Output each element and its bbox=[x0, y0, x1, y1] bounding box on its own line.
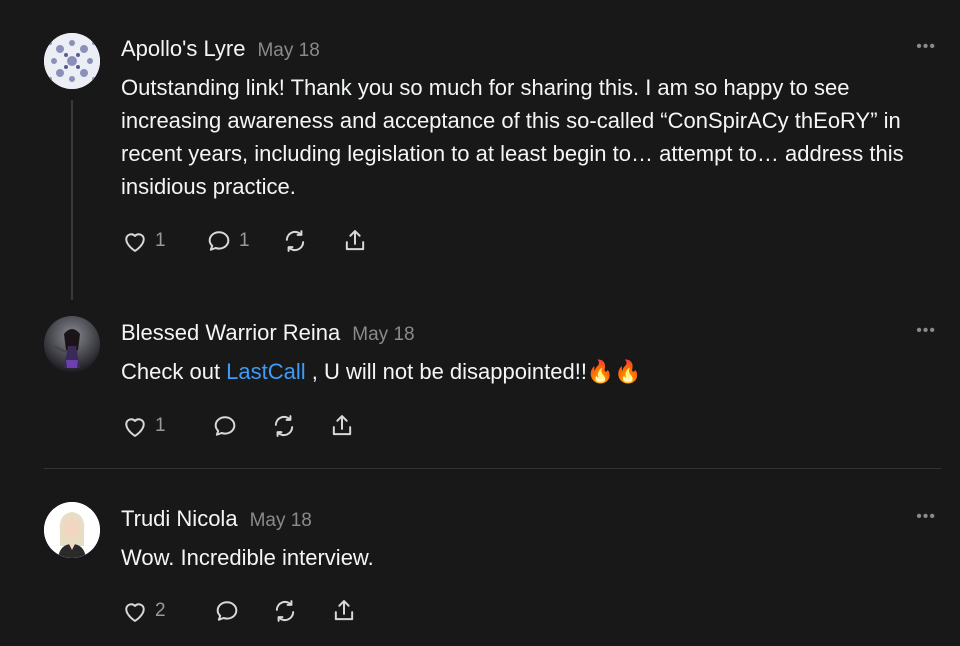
share-button[interactable] bbox=[328, 412, 356, 440]
profile-link[interactable]: LastCall bbox=[226, 359, 305, 384]
heart-icon bbox=[125, 418, 145, 437]
divider bbox=[44, 468, 941, 469]
more-icon[interactable]: ••• bbox=[916, 508, 936, 526]
comment-button[interactable]: 1 bbox=[205, 227, 250, 255]
like-count: 2 bbox=[155, 600, 166, 621]
avatar-person-icon bbox=[44, 502, 100, 558]
comment-button[interactable] bbox=[213, 597, 241, 625]
author-name[interactable]: Apollo's Lyre bbox=[121, 36, 245, 61]
post-text: Check out LastCall , U will not be disap… bbox=[121, 355, 936, 388]
like-button[interactable]: 1 bbox=[121, 227, 166, 255]
thread-connector-line bbox=[71, 100, 73, 300]
share-icon bbox=[334, 600, 354, 621]
author-name[interactable]: Trudi Nicola bbox=[121, 506, 238, 531]
repost-icon bbox=[275, 600, 295, 622]
repost-button[interactable] bbox=[271, 597, 299, 625]
avatar-pattern-icon bbox=[44, 33, 100, 89]
post-text: Outstanding link! Thank you so much for … bbox=[121, 75, 904, 199]
like-button[interactable]: 2 bbox=[121, 597, 166, 625]
comment-icon bbox=[208, 231, 230, 251]
post-header: Apollo's Lyre May 18 bbox=[121, 36, 320, 62]
author-name[interactable]: Blessed Warrior Reina bbox=[121, 320, 340, 345]
comment-count: 1 bbox=[239, 230, 250, 251]
avatar-warrior-icon bbox=[44, 316, 100, 372]
comment-icon bbox=[214, 416, 236, 436]
post-text-before: Check out bbox=[121, 359, 227, 384]
share-button[interactable] bbox=[341, 227, 369, 255]
post-date[interactable]: May 18 bbox=[250, 510, 312, 531]
comment-icon bbox=[216, 601, 238, 621]
like-count: 1 bbox=[155, 415, 166, 436]
heart-icon bbox=[125, 233, 145, 252]
post-text-after: , U will not be disappointed!!🔥🔥 bbox=[305, 359, 642, 384]
share-button[interactable] bbox=[330, 597, 358, 625]
avatar[interactable] bbox=[44, 33, 100, 89]
repost-icon bbox=[274, 415, 294, 437]
comment-button[interactable] bbox=[211, 412, 239, 440]
post-text: Wow. Incredible interview. bbox=[121, 545, 374, 570]
more-icon[interactable]: ••• bbox=[916, 38, 936, 56]
repost-icon bbox=[285, 230, 305, 252]
post-date[interactable]: May 18 bbox=[257, 40, 319, 61]
repost-button[interactable] bbox=[270, 412, 298, 440]
avatar[interactable] bbox=[44, 502, 100, 558]
share-icon bbox=[332, 415, 352, 436]
like-button[interactable]: 1 bbox=[121, 412, 166, 440]
more-icon[interactable]: ••• bbox=[916, 322, 936, 340]
post-header: Blessed Warrior Reina May 18 bbox=[121, 320, 415, 346]
post-date[interactable]: May 18 bbox=[352, 324, 414, 345]
avatar[interactable] bbox=[44, 316, 100, 372]
like-count: 1 bbox=[155, 230, 166, 251]
share-icon bbox=[345, 230, 365, 251]
post-header: Trudi Nicola May 18 bbox=[121, 506, 312, 532]
heart-icon bbox=[125, 603, 145, 622]
repost-button[interactable] bbox=[281, 227, 309, 255]
